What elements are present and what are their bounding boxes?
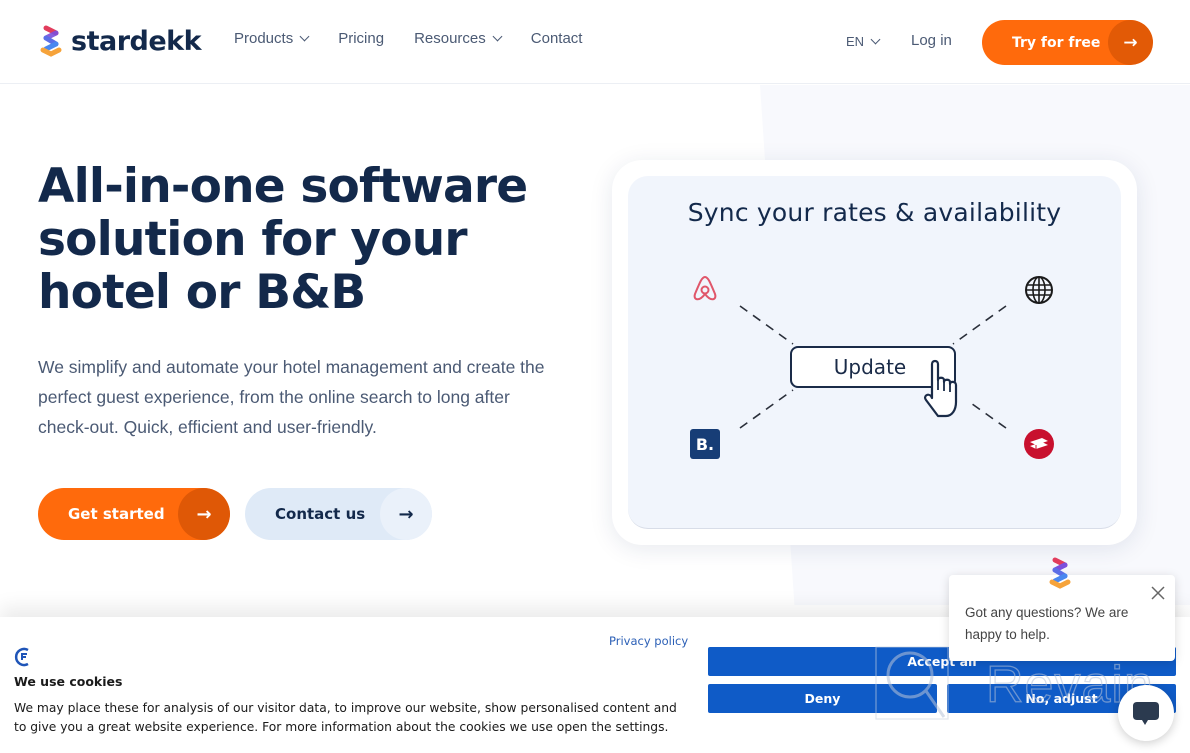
arrow-right-icon: →	[178, 488, 230, 540]
button-label: Contact us	[275, 505, 366, 523]
chat-avatar-logo-icon	[1049, 557, 1071, 589]
language-selector[interactable]: EN	[846, 34, 881, 49]
dashed-line	[739, 389, 794, 429]
deny-button[interactable]: Deny	[708, 684, 937, 713]
airbnb-icon	[693, 275, 717, 301]
booking-icon: B.	[690, 429, 720, 459]
sync-illustration-card: Sync your rates & availability B. Update	[612, 160, 1137, 545]
brand-logo[interactable]: stardekk	[37, 24, 202, 58]
nav-pricing[interactable]: Pricing	[338, 30, 384, 47]
dashed-line	[952, 305, 1007, 345]
chevron-down-icon	[299, 31, 310, 42]
try-for-free-button[interactable]: Try for free →	[982, 20, 1153, 65]
site-header: stardekk Products Pricing Resources Cont…	[0, 0, 1190, 84]
dashed-line	[967, 400, 1007, 429]
hotel-bed-icon	[1024, 429, 1054, 459]
nav-products[interactable]: Products	[234, 30, 310, 47]
button-label: Try for free	[1012, 34, 1101, 51]
nav-label: Resources	[414, 30, 486, 47]
chat-message: Got any questions? We are happy to help.	[965, 605, 1129, 642]
pointer-hand-icon	[923, 359, 958, 418]
nav-contact[interactable]: Contact	[531, 30, 583, 47]
contact-us-button[interactable]: Contact us →	[245, 488, 432, 540]
hero-title: All-in-one software solution for your ho…	[38, 159, 528, 320]
chat-bubble-icon	[1133, 702, 1159, 725]
cookie-consent-logo-icon	[14, 647, 29, 667]
nav-label: Products	[234, 30, 294, 47]
arrow-right-icon: →	[1108, 20, 1153, 65]
stardekk-logo-icon	[40, 25, 62, 57]
chevron-down-icon	[870, 34, 881, 45]
nav-resources[interactable]: Resources	[414, 30, 503, 47]
chat-launcher-button[interactable]	[1118, 685, 1174, 741]
nav-label: Pricing	[338, 30, 385, 47]
globe-icon	[1025, 276, 1053, 304]
cookie-title: We use cookies	[14, 674, 123, 689]
dashed-line	[739, 305, 794, 345]
chevron-down-icon	[492, 31, 503, 42]
brand-name: stardekk	[71, 25, 202, 57]
button-label: Get started	[68, 505, 165, 523]
login-link[interactable]: Log in	[911, 32, 952, 49]
update-label: Update	[833, 355, 907, 379]
get-started-button[interactable]: Get started →	[38, 488, 230, 540]
hero-subtitle: We simplify and automate your hotel mana…	[38, 357, 545, 437]
arrow-right-icon: →	[380, 488, 432, 540]
sync-illustration-panel: Sync your rates & availability B. Update	[628, 176, 1121, 529]
close-icon[interactable]	[1150, 585, 1166, 601]
privacy-policy-link[interactable]: Privacy policy	[609, 634, 688, 648]
nav-label: Contact	[530, 30, 583, 47]
main-nav: Products Pricing Resources Contact	[234, 30, 612, 47]
language-label: EN	[846, 34, 865, 49]
cookie-description: We may place these for analysis of our v…	[14, 701, 677, 734]
